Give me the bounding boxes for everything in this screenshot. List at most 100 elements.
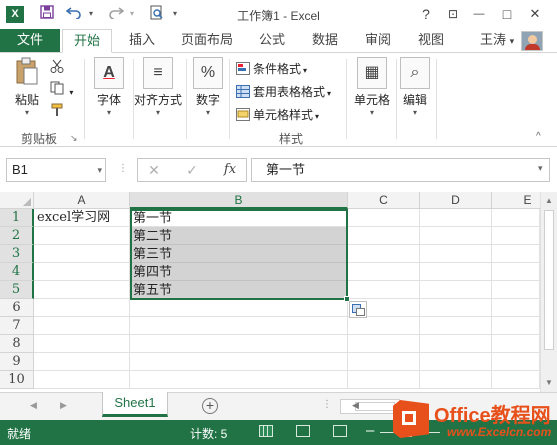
insert-function-icon[interactable]: fx xyxy=(220,161,240,179)
cell-e8[interactable] xyxy=(492,335,540,353)
cell-a9[interactable] xyxy=(34,353,130,371)
formula-input[interactable]: 第一节 xyxy=(251,158,550,182)
cut-button[interactable] xyxy=(50,59,64,79)
cell-styles-button[interactable]: 单元格样式 ▾ xyxy=(236,105,319,125)
cell-a3[interactable] xyxy=(34,245,130,263)
font-button[interactable]: A 字体 ▾ xyxy=(90,57,128,118)
cell-e6[interactable] xyxy=(492,299,540,317)
cells-button[interactable]: ▦ 单元格 ▾ xyxy=(350,57,394,118)
row-header-10[interactable]: 10 xyxy=(0,371,34,389)
add-sheet-icon[interactable]: + xyxy=(202,398,218,414)
cell-e7[interactable] xyxy=(492,317,540,335)
scroll-up-icon[interactable]: ▲ xyxy=(541,194,557,208)
row-header-2[interactable]: 2 xyxy=(0,227,34,245)
cell-d7[interactable] xyxy=(420,317,492,335)
cell-d9[interactable] xyxy=(420,353,492,371)
cell-d2[interactable] xyxy=(420,227,492,245)
cell-b6[interactable] xyxy=(130,299,348,317)
page-break-preview-icon[interactable] xyxy=(333,425,347,437)
row-header-3[interactable]: 3 xyxy=(0,245,34,263)
cell-e1[interactable] xyxy=(492,209,540,227)
scroll-left-icon[interactable]: ◀ xyxy=(352,400,359,411)
format-as-table-button[interactable]: 套用表格格式 ▾ xyxy=(236,82,331,102)
name-box[interactable]: B1 ▾ xyxy=(6,158,106,182)
cell-c3[interactable] xyxy=(348,245,420,263)
cancel-icon[interactable]: ✕ xyxy=(144,161,164,179)
cell-c1[interactable] xyxy=(348,209,420,227)
cell-a1[interactable]: excel学习网 xyxy=(34,209,130,227)
row-header-5[interactable]: 5 xyxy=(0,281,34,299)
name-box-dropdown-icon[interactable]: ▾ xyxy=(97,159,102,181)
cell-d8[interactable] xyxy=(420,335,492,353)
scroll-down-icon[interactable]: ▼ xyxy=(541,376,557,390)
page-layout-view-icon[interactable] xyxy=(296,425,310,437)
tab-review[interactable]: 审阅 xyxy=(357,29,399,52)
row-header-6[interactable]: 6 xyxy=(0,299,34,317)
cell-a8[interactable] xyxy=(34,335,130,353)
cell-a5[interactable] xyxy=(34,281,130,299)
tab-formulas[interactable]: 公式 xyxy=(251,29,293,52)
number-button[interactable]: % 数字 ▾ xyxy=(190,57,226,118)
auto-fill-options-icon[interactable] xyxy=(349,301,367,318)
cell-d10[interactable] xyxy=(420,371,492,389)
cell-a10[interactable] xyxy=(34,371,130,389)
cell-a2[interactable] xyxy=(34,227,130,245)
cell-c8[interactable] xyxy=(348,335,420,353)
row-header-9[interactable]: 9 xyxy=(0,353,34,371)
cell-c2[interactable] xyxy=(348,227,420,245)
sheet-tab-sheet1[interactable]: Sheet1 xyxy=(102,392,168,417)
formula-bar-grip-icon[interactable]: ⋮ xyxy=(118,163,128,174)
column-header-d[interactable]: D xyxy=(420,192,492,209)
cell-b4[interactable]: 第四节 xyxy=(130,263,348,281)
row-header-7[interactable]: 7 xyxy=(0,317,34,335)
tab-data[interactable]: 数据 xyxy=(304,29,346,52)
cell-b1[interactable]: 第一节 xyxy=(130,209,348,227)
horizontal-scroll-thumb[interactable] xyxy=(355,402,395,411)
cell-e2[interactable] xyxy=(492,227,540,245)
help-button[interactable]: ? xyxy=(415,4,437,24)
cell-a7[interactable] xyxy=(34,317,130,335)
cell-e3[interactable] xyxy=(492,245,540,263)
ribbon-display-options-button[interactable]: ⊡ xyxy=(442,4,464,24)
maximize-button[interactable]: □ xyxy=(496,4,518,24)
alignment-button[interactable]: ≡ 对齐方式 ▾ xyxy=(133,57,183,118)
conditional-formatting-button[interactable]: 条件格式 ▾ xyxy=(236,59,307,79)
tab-home[interactable]: 开始 xyxy=(62,29,112,53)
previous-sheet-icon[interactable]: ◀ xyxy=(30,400,37,411)
vertical-scrollbar[interactable]: ▲ ▼ xyxy=(540,192,557,392)
tab-file[interactable]: 文件 xyxy=(0,29,60,52)
clipboard-launcher-icon[interactable]: ↘ xyxy=(70,133,78,144)
cell-e9[interactable] xyxy=(492,353,540,371)
cell-c5[interactable] xyxy=(348,281,420,299)
enter-icon[interactable]: ✓ xyxy=(182,161,202,179)
cell-b8[interactable] xyxy=(130,335,348,353)
cell-b7[interactable] xyxy=(130,317,348,335)
cell-e5[interactable] xyxy=(492,281,540,299)
column-header-c[interactable]: C xyxy=(348,192,420,209)
minimize-button[interactable]: — xyxy=(468,4,490,24)
cell-b5[interactable]: 第五节 xyxy=(130,281,348,299)
row-header-8[interactable]: 8 xyxy=(0,335,34,353)
tab-view[interactable]: 视图 xyxy=(410,29,452,52)
zoom-out-icon[interactable]: – xyxy=(366,422,374,439)
cell-d4[interactable] xyxy=(420,263,492,281)
cell-b10[interactable] xyxy=(130,371,348,389)
vertical-scroll-thumb[interactable] xyxy=(544,210,554,350)
select-all-button[interactable] xyxy=(0,192,34,209)
editing-button[interactable]: ⌕ 编辑 ▾ xyxy=(398,57,432,118)
column-header-b[interactable]: B xyxy=(130,192,348,209)
cell-c4[interactable] xyxy=(348,263,420,281)
format-painter-button[interactable] xyxy=(50,103,64,123)
row-header-1[interactable]: 1 xyxy=(0,209,34,227)
cell-a6[interactable] xyxy=(34,299,130,317)
collapse-ribbon-icon[interactable]: ^ xyxy=(536,131,541,142)
cell-d1[interactable] xyxy=(420,209,492,227)
tab-page-layout[interactable]: 页面布局 xyxy=(176,29,238,52)
cell-d6[interactable] xyxy=(420,299,492,317)
cell-c10[interactable] xyxy=(348,371,420,389)
cell-b9[interactable] xyxy=(130,353,348,371)
cell-c9[interactable] xyxy=(348,353,420,371)
cell-a4[interactable] xyxy=(34,263,130,281)
cell-d3[interactable] xyxy=(420,245,492,263)
cell-c7[interactable] xyxy=(348,317,420,335)
